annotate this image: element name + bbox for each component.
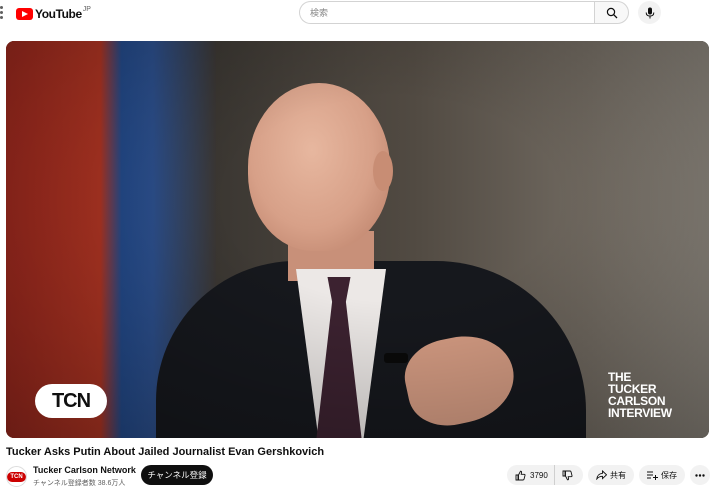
search-button[interactable] (594, 1, 629, 24)
thumbs-down-icon (562, 470, 573, 481)
tcn-overlay-logo: TCN (35, 384, 107, 418)
search-input[interactable]: 検索 (299, 1, 594, 24)
logo-text: YouTube (35, 7, 82, 21)
like-button[interactable]: 3790 (507, 465, 555, 485)
like-dislike-group: 3790 (507, 465, 583, 485)
like-count: 3790 (530, 470, 548, 480)
channel-avatar[interactable]: TCN (6, 466, 27, 487)
playlist-add-icon (647, 471, 658, 480)
voice-search-button[interactable] (638, 1, 661, 24)
watermark-line: INTERVIEW (608, 406, 672, 420)
youtube-logo[interactable]: YouTube JP (16, 6, 91, 22)
more-menu-icon[interactable] (0, 6, 4, 20)
more-horizontal-icon (695, 473, 705, 477)
tcn-overlay-text: TCN (51, 389, 91, 412)
share-label: 共有 (610, 470, 626, 480)
youtube-play-icon (16, 8, 33, 20)
top-header: YouTube JP 検索 (0, 0, 714, 28)
avatar-text: TCN (7, 471, 26, 482)
microphone-icon (645, 7, 655, 19)
dislike-button[interactable] (555, 465, 581, 485)
share-icon (596, 470, 607, 480)
save-label: 保存 (661, 470, 677, 480)
search-bar: 検索 (299, 1, 629, 24)
video-title: Tucker Asks Putin About Jailed Journalis… (6, 446, 325, 458)
search-icon (606, 7, 618, 19)
more-actions-button[interactable] (690, 465, 710, 485)
video-vignette (6, 41, 709, 438)
subscriber-count: チャンネル登録者数 38.6万人 (33, 480, 126, 487)
subscribe-button[interactable]: チャンネル登録 (141, 465, 213, 485)
share-button[interactable]: 共有 (588, 465, 634, 485)
channel-name[interactable]: Tucker Carlson Network (33, 465, 136, 475)
logo-region: JP (82, 5, 91, 13)
thumbs-up-icon (515, 470, 526, 481)
save-button[interactable]: 保存 (639, 465, 685, 485)
show-watermark: THE TUCKER CARLSON INTERVIEW (608, 371, 708, 419)
video-player[interactable]: TCN THE TUCKER CARLSON INTERVIEW (6, 41, 709, 438)
